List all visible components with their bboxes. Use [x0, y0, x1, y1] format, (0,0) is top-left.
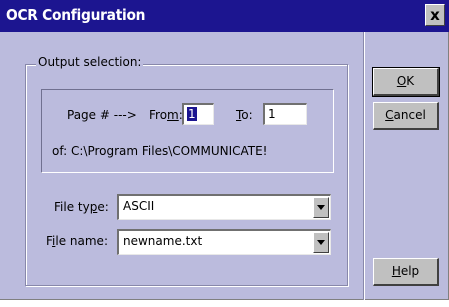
file-type-label-text: File ty: [54, 200, 90, 214]
ok-mnemonic: O: [396, 74, 407, 88]
output-selection-legend: Output selection:: [36, 55, 144, 69]
to-page-input[interactable]: 1: [263, 103, 307, 125]
title-bar[interactable]: OCR Configuration x: [0, 0, 449, 32]
from-label-mnemonic: m: [167, 108, 179, 122]
file-name-value: newname.txt: [123, 234, 203, 248]
ocr-configuration-dialog: OCR Configuration x Output selection: Pa…: [0, 0, 449, 300]
to-label-text: o:: [241, 108, 253, 122]
close-button[interactable]: x: [425, 4, 445, 26]
cancel-button[interactable]: Cancel: [373, 102, 439, 130]
to-page-value: 1: [268, 107, 276, 121]
page-range-box: [41, 89, 334, 173]
from-label: From:: [149, 108, 183, 122]
help-label: elp: [400, 264, 420, 278]
from-page-input[interactable]: 1: [182, 103, 214, 125]
source-path: of: C:\Program Files\COMMUNICATE!: [52, 144, 268, 158]
from-page-value: 1: [187, 107, 197, 121]
file-type-label-colon: e:: [97, 200, 109, 214]
close-icon: x: [430, 6, 440, 24]
file-name-select[interactable]: newname.txt: [117, 229, 331, 255]
help-button[interactable]: Help: [373, 258, 439, 286]
button-area-divider: [363, 32, 365, 300]
to-label: To:: [236, 108, 253, 122]
file-name-label: File name:: [46, 234, 108, 248]
file-type-select[interactable]: ASCII: [117, 194, 331, 220]
cancel-label: ancel: [393, 108, 426, 122]
chevron-down-icon[interactable]: [313, 232, 329, 253]
file-type-value: ASCII: [123, 199, 155, 213]
ok-label: K: [406, 74, 415, 88]
window-title: OCR Configuration: [6, 6, 146, 24]
help-mnemonic: H: [391, 264, 401, 278]
file-type-label: File type:: [54, 200, 109, 214]
chevron-down-icon[interactable]: [313, 197, 329, 218]
page-label: Page # --->: [67, 108, 137, 122]
cancel-mnemonic: C: [385, 108, 394, 122]
from-label-text: Fro: [149, 108, 168, 122]
ok-button[interactable]: OK: [372, 67, 440, 97]
file-name-label-rest: le name:: [55, 234, 108, 248]
